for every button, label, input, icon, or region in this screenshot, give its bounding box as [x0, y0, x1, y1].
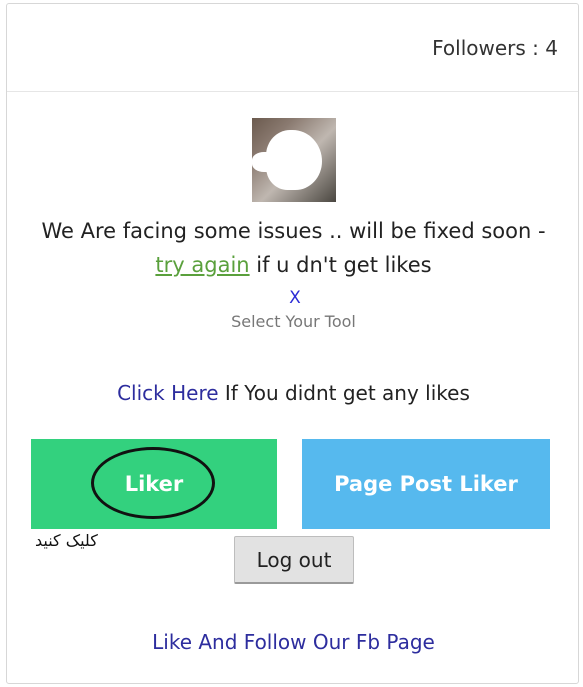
- notice-text-start: We Are facing some issues .. will be fix…: [41, 219, 546, 243]
- page-post-liker-button[interactable]: Page Post Liker: [302, 439, 550, 529]
- fb-page-link[interactable]: Like And Follow Our Fb Page: [7, 630, 580, 654]
- main-card: Followers : 4 We Are facing some issues …: [6, 3, 579, 684]
- liker-button-label: Liker: [124, 472, 184, 496]
- header-bar: Followers : 4: [7, 4, 578, 92]
- issue-notice: We Are facing some issues .. will be fix…: [27, 214, 560, 282]
- notice-text-end: if u dn't get likes: [249, 253, 432, 277]
- try-again-link[interactable]: try again: [155, 253, 249, 277]
- profile-avatar: [252, 118, 336, 202]
- select-tool-label: Select Your Tool: [231, 312, 356, 331]
- followers-count: Followers : 4: [432, 35, 558, 60]
- page-post-liker-label: Page Post Liker: [334, 472, 518, 496]
- close-notice-button[interactable]: X: [285, 288, 305, 308]
- click-here-link[interactable]: Click Here: [117, 381, 218, 405]
- click-annotation-text: کلیک کنید: [35, 531, 98, 550]
- logout-button[interactable]: Log out: [234, 536, 354, 584]
- liker-button[interactable]: Liker: [31, 439, 277, 529]
- help-line: Click Here If You didnt get any likes: [7, 381, 580, 405]
- help-line-text: If You didnt get any likes: [218, 381, 470, 405]
